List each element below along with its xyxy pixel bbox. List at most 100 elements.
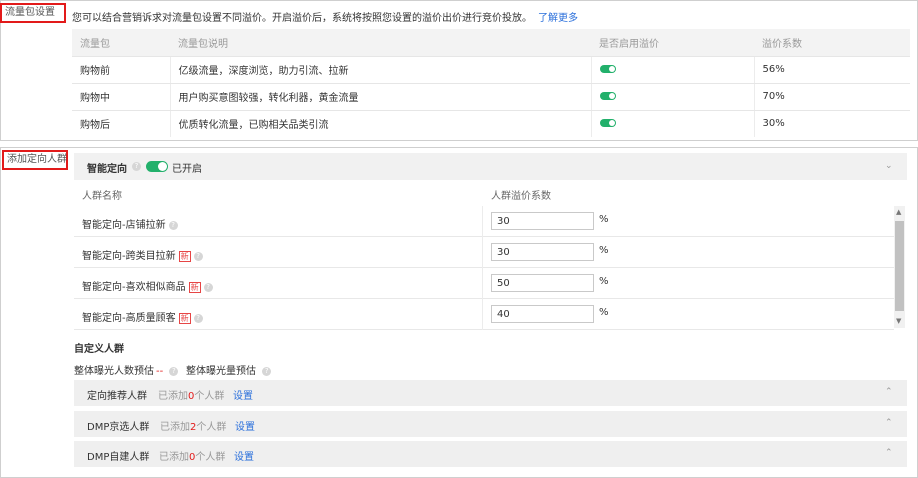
chevron-down-icon[interactable]: ⌄ — [885, 161, 893, 171]
column-header-audience-name: 人群名称 — [82, 191, 122, 202]
audience-name-cell: 智能定向-喜欢相似商品新? — [82, 278, 213, 293]
scroll-thumb[interactable] — [895, 221, 904, 311]
percent-unit: % — [599, 214, 609, 225]
estimated-people: 整体曝光人数预估 -- ? — [74, 362, 179, 377]
help-icon[interactable]: ? — [193, 251, 203, 261]
package-name: 购物后 — [72, 110, 171, 137]
help-icon[interactable]: ? — [203, 282, 213, 292]
group-added-count: 已添加2个人群 — [160, 418, 226, 433]
traffic-package-section-label: 流量包设置 — [0, 3, 66, 23]
column-divider — [482, 268, 483, 299]
scroll-up-icon[interactable]: ▲ — [896, 208, 901, 216]
help-icon[interactable]: ? — [262, 366, 272, 376]
audience-list: 智能定向-店铺拉新? % 智能定向-跨类目拉新新? % 智能定向-喜欢相似商品新… — [74, 206, 894, 330]
audience-coefficient-input[interactable] — [491, 243, 594, 261]
package-description: 亿级流量，深度浏览，助力引流、拉新 — [170, 56, 592, 84]
new-badge: 新 — [178, 312, 191, 324]
group-name: DMP自建人群 — [87, 452, 150, 463]
chevron-up-icon[interactable]: ⌃ — [885, 448, 893, 458]
package-description: 用户购买意图较强，转化利器，黄金流量 — [170, 83, 592, 111]
table-row: 智能定向-喜欢相似商品新? % — [74, 268, 894, 299]
audience-coefficient-input[interactable] — [491, 212, 594, 230]
premium-toggle-cell — [591, 83, 755, 111]
column-header-package: 流量包 — [72, 29, 170, 57]
column-header-audience-coefficient: 人群溢价系数 — [491, 191, 551, 202]
premium-coefficient: 30% — [762, 118, 785, 130]
column-header-description: 流量包说明 — [170, 29, 591, 57]
premium-toggle-cell — [591, 110, 755, 137]
group-settings-link[interactable]: 设置 — [234, 448, 254, 463]
custom-audience-title: 自定义人群 — [74, 344, 124, 355]
help-icon[interactable]: ? — [168, 220, 178, 230]
audience-table-header: 人群名称 人群溢价系数 — [74, 182, 894, 204]
added-prefix: 已添加 — [160, 422, 190, 433]
audience-coefficient-input[interactable] — [491, 305, 594, 323]
column-header-premium-enabled: 是否启用溢价 — [591, 29, 754, 57]
package-name: 购物前 — [72, 56, 171, 84]
table-row: 智能定向-高质量顾客新? % — [74, 299, 894, 330]
added-suffix: 个人群 — [196, 422, 227, 433]
audience-name-cell: 智能定向-店铺拉新? — [82, 216, 178, 231]
group-settings-link[interactable]: 设置 — [233, 387, 253, 402]
audience-name: 智能定向-店铺拉新 — [82, 220, 166, 231]
estimated-people-label: 整体曝光人数预估 — [74, 366, 154, 377]
package-description: 优质转化流量，已购相关品类引流 — [170, 110, 592, 137]
audience-name: 智能定向-喜欢相似商品 — [82, 282, 186, 293]
help-icon[interactable]: ? — [193, 313, 203, 323]
column-divider — [482, 299, 483, 330]
audience-group-recommended[interactable]: 定向推荐人群 已添加0个人群 设置 ⌃ — [74, 380, 907, 406]
scroll-down-icon[interactable]: ▼ — [896, 317, 901, 325]
estimated-exposure-label: 整体曝光量预估 — [186, 366, 256, 377]
intro-text: 您可以结合营销诉求对流量包设置不同溢价。开启溢价后，系统将按照您设置的溢价出价进… — [72, 13, 532, 24]
column-header-premium-coefficient: 溢价系数 — [754, 29, 910, 57]
new-badge: 新 — [178, 250, 191, 262]
chevron-up-icon[interactable]: ⌃ — [885, 418, 893, 428]
new-badge: 新 — [188, 281, 201, 293]
premium-toggle[interactable] — [599, 119, 616, 128]
help-icon[interactable]: ? — [169, 366, 179, 376]
column-divider — [482, 237, 483, 268]
audience-name: 智能定向-跨类目拉新 — [82, 251, 176, 262]
column-divider — [482, 206, 483, 237]
estimated-exposure: 整体曝光量预估 ? — [186, 362, 272, 377]
table-row: 智能定向-跨类目拉新新? % — [74, 237, 894, 268]
table-row: 购物前 亿级流量，深度浏览，助力引流、拉新 56% — [72, 56, 910, 84]
audience-group-dmp-jingxuan[interactable]: DMP京选人群 已添加2个人群 设置 ⌃ — [74, 411, 907, 437]
traffic-package-table: 流量包 流量包说明 是否启用溢价 溢价系数 购物前 亿级流量，深度浏览，助力引流… — [72, 29, 910, 137]
traffic-package-intro: 您可以结合营销诉求对流量包设置不同溢价。开启溢价后，系统将按照您设置的溢价出价进… — [72, 9, 578, 24]
percent-unit: % — [599, 276, 609, 287]
premium-toggle[interactable] — [599, 92, 616, 100]
added-suffix: 个人群 — [194, 391, 225, 402]
estimated-people-value: -- — [156, 366, 164, 377]
table-row: 购物中 用户购买意图较强，转化利器，黄金流量 70% — [72, 83, 910, 111]
table-header-row: 流量包 流量包说明 是否启用溢价 溢价系数 — [72, 29, 910, 57]
added-prefix: 已添加 — [158, 391, 188, 402]
targeting-section-label: 添加定向人群 — [2, 150, 68, 170]
audience-name: 智能定向-高质量顾客 — [82, 313, 176, 324]
audience-name-cell: 智能定向-跨类目拉新新? — [82, 247, 203, 262]
premium-coefficient: 56% — [754, 56, 910, 84]
percent-unit: % — [599, 245, 609, 256]
smart-targeting-status: 已开启 — [172, 164, 202, 175]
package-name: 购物中 — [72, 83, 171, 111]
audience-coefficient-input[interactable] — [491, 274, 594, 292]
audience-list-scrollbar[interactable]: ▲ ▼ — [894, 206, 905, 328]
added-suffix: 个人群 — [195, 452, 226, 463]
chevron-up-icon[interactable]: ⌃ — [885, 387, 893, 397]
audience-group-dmp-custom[interactable]: DMP自建人群 已添加0个人群 设置 ⌃ — [74, 441, 907, 467]
group-added-count: 已添加0个人群 — [159, 448, 225, 463]
table-row: 智能定向-店铺拉新? % — [74, 206, 894, 237]
smart-targeting-header[interactable]: 智能定向 ? 已开启 ⌄ — [74, 153, 907, 180]
group-name: 定向推荐人群 — [87, 391, 147, 402]
group-added-count: 已添加0个人群 — [158, 387, 224, 402]
table-row: 购物后 优质转化流量，已购相关品类引流 30% — [72, 110, 910, 137]
premium-toggle[interactable] — [599, 65, 616, 73]
audience-name-cell: 智能定向-高质量顾客新? — [82, 309, 203, 324]
group-settings-link[interactable]: 设置 — [235, 418, 255, 433]
smart-targeting-title: 智能定向 — [87, 164, 127, 175]
help-icon[interactable]: ? — [132, 162, 141, 171]
percent-unit: % — [599, 307, 609, 318]
smart-targeting-toggle[interactable] — [146, 161, 168, 172]
premium-toggle-cell — [591, 56, 755, 84]
learn-more-link[interactable]: 了解更多 — [538, 13, 578, 24]
